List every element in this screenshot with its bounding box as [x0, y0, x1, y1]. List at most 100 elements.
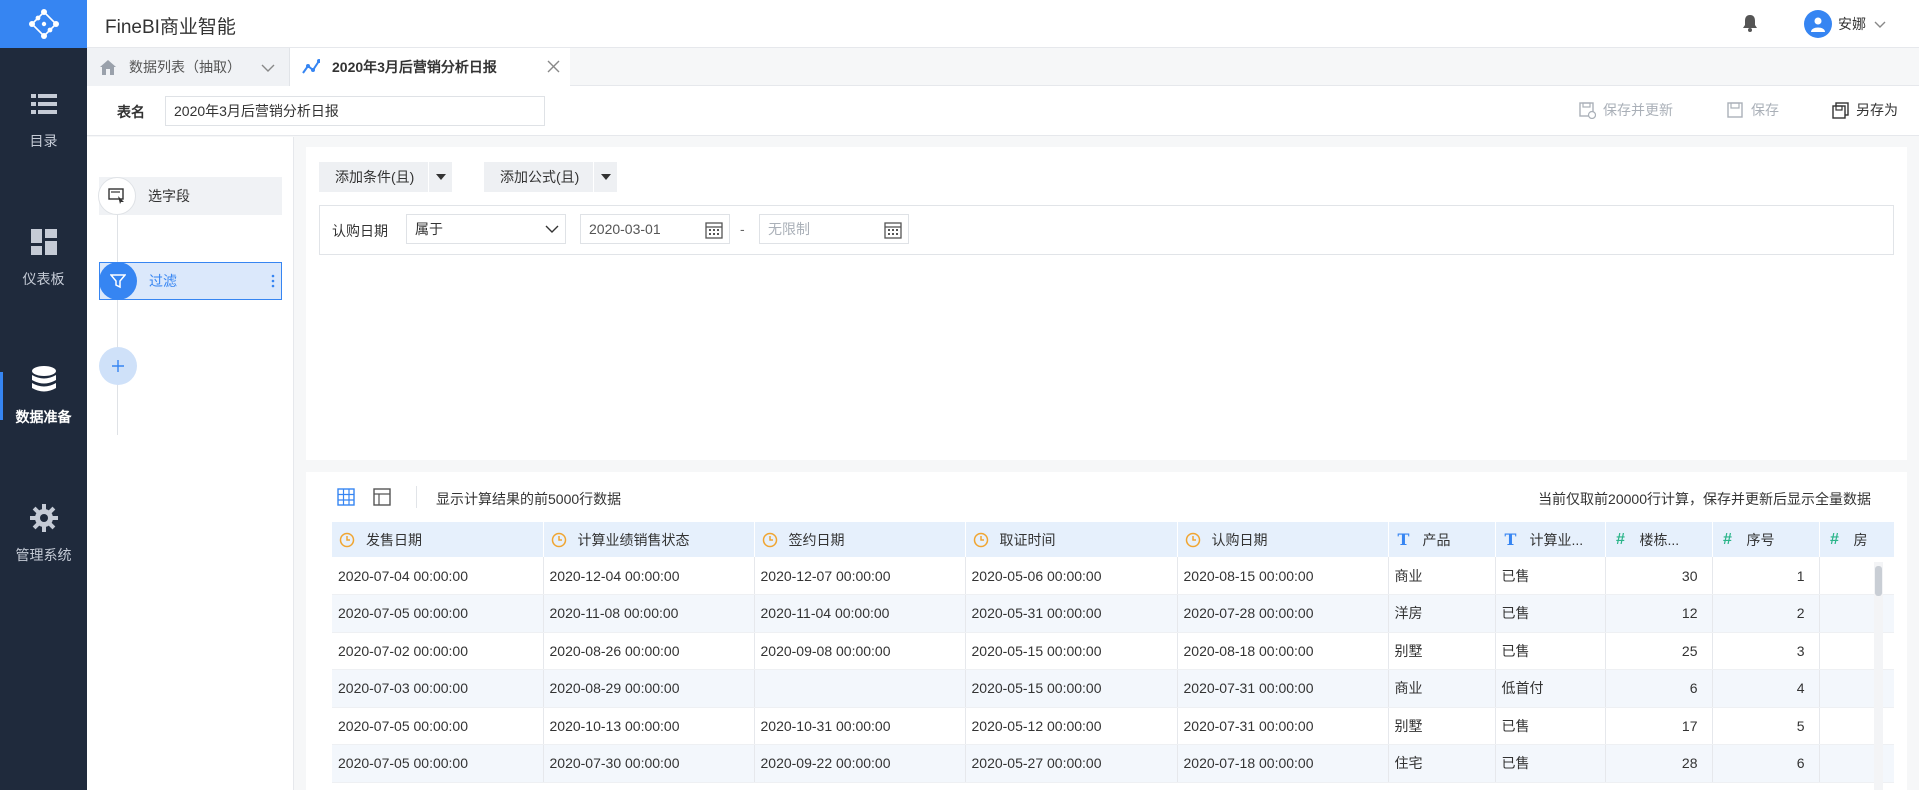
- avatar: [1804, 10, 1832, 38]
- date-type-icon: [550, 531, 568, 549]
- table-cell: 2020-07-05 00:00:00: [332, 707, 544, 745]
- column-header[interactable]: 签约日期: [754, 522, 966, 557]
- number-type-icon: #: [1616, 530, 1625, 548]
- tab-label: 2020年3月后营销分析日报: [332, 59, 497, 75]
- nav-label: 仪表板: [22, 271, 65, 287]
- vertical-scrollbar[interactable]: [1874, 562, 1883, 790]
- caret-down-icon[interactable]: [428, 162, 452, 192]
- table-cell: 商业: [1388, 669, 1496, 708]
- preview-info: 显示计算结果的前5000行数据: [436, 491, 622, 507]
- condition-operator-select[interactable]: 属于: [406, 214, 566, 244]
- table-cell: 2020-08-29 00:00:00: [543, 669, 755, 708]
- save-button[interactable]: 保存: [1727, 100, 1779, 120]
- save-update-icon: [1579, 101, 1597, 119]
- table-cell: 2020-07-03 00:00:00: [332, 669, 544, 708]
- nav-data-prep[interactable]: 数据准备: [0, 346, 87, 446]
- table-cell: 2020-07-18 00:00:00: [1177, 744, 1389, 783]
- tab-analysis-report[interactable]: 2020年3月后营销分析日报: [290, 48, 570, 86]
- end-date-input[interactable]: 无限制: [759, 214, 909, 244]
- column-header[interactable]: 认购日期: [1177, 522, 1389, 557]
- table-cell: 25: [1605, 632, 1713, 670]
- step-filter[interactable]: 过滤: [99, 262, 282, 300]
- column-header[interactable]: 计算业绩销售状态: [543, 522, 755, 557]
- table-cell: 2020-09-22 00:00:00: [754, 744, 966, 783]
- nav-admin[interactable]: 管理系统: [0, 484, 87, 584]
- left-nav: 目录 仪表板 数据准备 管理系统: [0, 0, 87, 790]
- close-icon[interactable]: [547, 60, 560, 76]
- table-cell: [754, 669, 966, 708]
- date-type-icon: [761, 531, 779, 549]
- table-row[interactable]: 2020-07-05 00:00:00 2020-07-30 00:00:00 20…: [332, 744, 1894, 783]
- column-header-label: 认购日期: [1211, 531, 1268, 548]
- table-row[interactable]: 2020-07-05 00:00:00 2020-10-13 00:00:00 20…: [332, 707, 1894, 745]
- column-header[interactable]: # 序号: [1712, 522, 1820, 557]
- column-header-label: 取证时间: [999, 531, 1056, 548]
- step-label: 选字段: [148, 188, 190, 204]
- column-header[interactable]: 发售日期: [332, 522, 544, 557]
- save-and-update-button[interactable]: 保存并更新: [1579, 100, 1673, 120]
- table-cell: 商业: [1388, 557, 1496, 595]
- table-row[interactable]: 2020-07-03 00:00:00 2020-08-29 00:00:00 20…: [332, 669, 1894, 708]
- bell-icon[interactable]: [1742, 14, 1760, 34]
- table-cell: 2020-09-08 00:00:00: [754, 632, 966, 670]
- table-cell: 2020-05-15 00:00:00: [965, 632, 1178, 670]
- table-cell: 2020-05-27 00:00:00: [965, 744, 1178, 783]
- caret-down-icon[interactable]: [593, 162, 617, 192]
- chevron-down-icon[interactable]: [261, 59, 275, 75]
- preview-note: 当前仅取前20000行计算，保存并更新后显示全量数据: [1538, 491, 1871, 507]
- more-icon[interactable]: [271, 274, 275, 288]
- add-condition-button[interactable]: 添加条件(且): [319, 162, 453, 192]
- step-panel: 选字段 过滤: [87, 137, 294, 790]
- nav-catalog[interactable]: 目录: [0, 70, 87, 170]
- save-and-update-label: 保存并更新: [1603, 102, 1673, 118]
- detail-view-icon[interactable]: [373, 488, 391, 506]
- home-icon: [99, 58, 117, 76]
- calendar-icon[interactable]: [884, 221, 902, 239]
- user-name: 安娜: [1838, 16, 1866, 32]
- date-type-icon: [972, 531, 990, 549]
- tab-label: 数据列表（抽取）: [129, 59, 241, 75]
- column-header-label: 计算业绩销售状态: [577, 531, 690, 548]
- nav-dashboard[interactable]: 仪表板: [0, 208, 87, 308]
- table-row[interactable]: 2020-07-02 00:00:00 2020-08-26 00:00:00 20…: [332, 632, 1894, 670]
- calendar-icon[interactable]: [705, 221, 723, 239]
- finebi-logo[interactable]: [0, 0, 87, 48]
- column-header[interactable]: T 计算业...: [1495, 522, 1606, 557]
- table-cell: 2020-05-06 00:00:00: [965, 557, 1178, 595]
- table-cell: 17: [1605, 707, 1713, 745]
- table-cell: 2020-12-04 00:00:00: [543, 557, 755, 595]
- scroll-thumb[interactable]: [1875, 566, 1882, 596]
- save-as-button[interactable]: 另存为: [1832, 100, 1898, 120]
- chevron-down-icon: [545, 221, 559, 240]
- column-header[interactable]: # 房: [1819, 522, 1894, 557]
- column-header-label: 签约日期: [788, 531, 845, 548]
- condition-field-label: 认购日期: [332, 223, 388, 239]
- table-name-input[interactable]: [165, 96, 545, 126]
- plus-icon: [112, 360, 124, 372]
- table-row[interactable]: 2020-07-05 00:00:00 2020-11-08 00:00:00 20…: [332, 594, 1894, 633]
- grid-view-icon[interactable]: [337, 488, 355, 506]
- table-cell: 已售: [1495, 632, 1606, 670]
- chevron-down-icon: [1874, 16, 1886, 32]
- table-cell: 低首付: [1495, 669, 1606, 708]
- add-formula-button[interactable]: 添加公式(且): [484, 162, 618, 192]
- column-header[interactable]: 取证时间: [965, 522, 1178, 557]
- table-cell: 2020-10-13 00:00:00: [543, 707, 755, 745]
- step-connector: [117, 215, 118, 435]
- save-icon: [1727, 101, 1745, 119]
- user-menu[interactable]: 安娜: [1804, 10, 1886, 38]
- number-type-icon: #: [1830, 530, 1839, 548]
- table-cell: 2020-07-05 00:00:00: [332, 744, 544, 783]
- table-cell: 2020-08-18 00:00:00: [1177, 632, 1389, 670]
- text-type-icon: T: [1504, 530, 1517, 549]
- column-header[interactable]: T 产品: [1388, 522, 1496, 557]
- column-header[interactable]: # 楼栋...: [1605, 522, 1713, 557]
- add-step-button[interactable]: [99, 347, 137, 385]
- start-date-input[interactable]: 2020-03-01: [580, 214, 730, 244]
- tab-data-list[interactable]: 数据列表（抽取）: [87, 48, 290, 86]
- column-header-label: 楼栋...: [1639, 531, 1680, 548]
- save-as-icon: [1832, 101, 1850, 119]
- step-select-field[interactable]: 选字段: [98, 177, 282, 215]
- filter-icon: [99, 262, 137, 300]
- table-row[interactable]: 2020-07-04 00:00:00 2020-12-04 00:00:00 20…: [332, 557, 1894, 595]
